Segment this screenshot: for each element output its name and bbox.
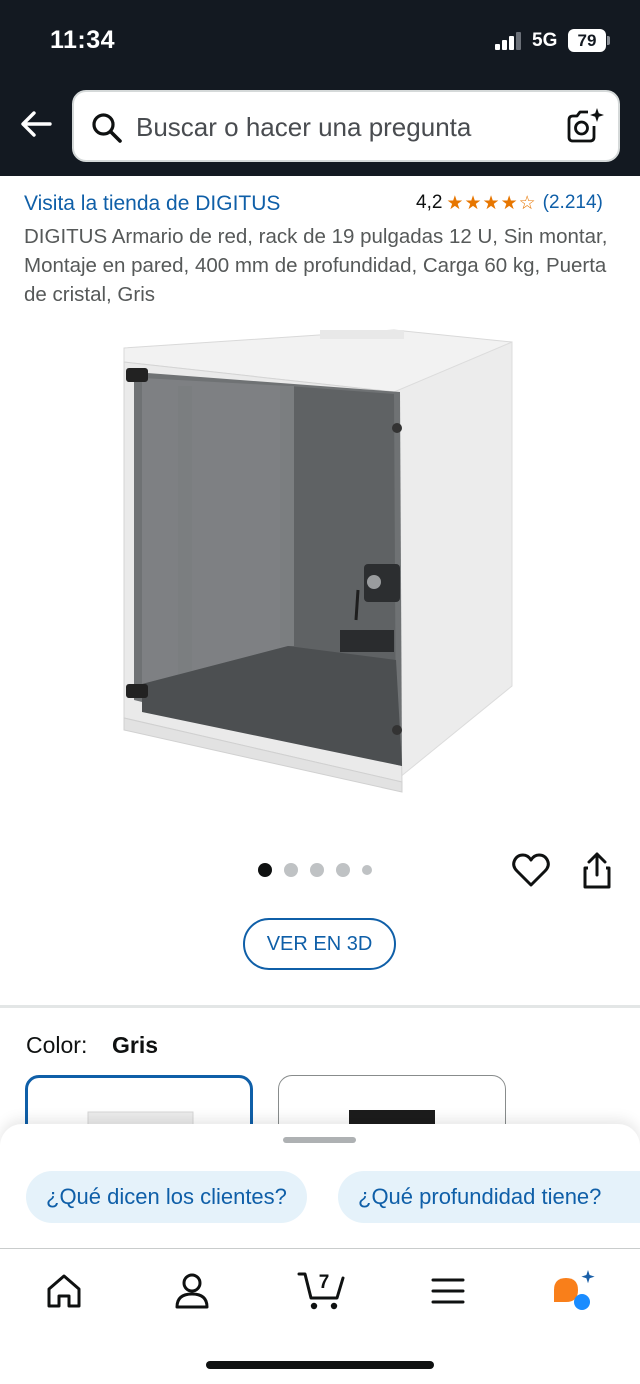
search-icon (92, 113, 122, 143)
account-icon[interactable] (169, 1268, 215, 1314)
rating-count[interactable]: (2.214) (543, 192, 603, 214)
star-full-icon: ★ (500, 192, 518, 214)
rating-summary[interactable]: 4,2 ★ ★ ★ ★ ☆ (2.214) (416, 191, 603, 215)
rating-stars: ★ ★ ★ ★ ☆ (446, 194, 536, 213)
carousel-dots[interactable] (258, 863, 384, 877)
rating-value: 4,2 (416, 192, 443, 213)
cart-count: 7 (319, 1272, 330, 1293)
store-link[interactable]: Visita la tienda de DIGITUS (24, 192, 280, 216)
view-3d-button[interactable]: VER EN 3D (243, 918, 396, 970)
home-icon[interactable] (41, 1268, 87, 1314)
star-empty-icon: ☆ (518, 192, 536, 214)
cart-icon[interactable]: 7 (297, 1264, 347, 1314)
carousel-dot[interactable] (310, 863, 324, 877)
star-full-icon: ★ (482, 192, 500, 214)
back-arrow-icon[interactable] (16, 104, 56, 144)
product-image[interactable] (112, 320, 522, 810)
share-icon[interactable] (576, 850, 618, 892)
home-indicator (206, 1361, 434, 1369)
suggestion-chip[interactable]: ¿Qué profundidad tiene? (338, 1171, 640, 1223)
rufus-icon[interactable] (550, 1268, 598, 1316)
status-time: 11:34 (50, 26, 116, 54)
carousel-dot[interactable] (336, 863, 350, 877)
suggestion-chip[interactable]: ¿Qué dicen los clientes? (26, 1171, 307, 1223)
color-selected-value: Gris (112, 1032, 159, 1058)
star-full-icon: ★ (446, 192, 464, 214)
search-bar[interactable] (72, 90, 620, 162)
sheet-handle[interactable] (283, 1137, 356, 1143)
carousel-dot[interactable] (362, 865, 372, 875)
product-title: DIGITUS Armario de red, rack de 19 pulga… (24, 225, 608, 306)
section-divider (0, 1005, 640, 1008)
network-type: 5G (532, 30, 558, 51)
battery-indicator: 79 (568, 29, 606, 52)
carousel-dot[interactable] (284, 863, 298, 877)
signal-icon (495, 32, 521, 50)
color-label: Color: (26, 1032, 88, 1058)
menu-icon[interactable] (425, 1268, 471, 1314)
carousel-dot-active[interactable] (258, 863, 272, 877)
star-full-icon: ★ (464, 192, 482, 214)
search-input[interactable] (136, 102, 536, 152)
battery-cap (607, 36, 610, 45)
heart-icon[interactable] (510, 850, 552, 892)
camera-search-icon[interactable] (564, 106, 606, 148)
